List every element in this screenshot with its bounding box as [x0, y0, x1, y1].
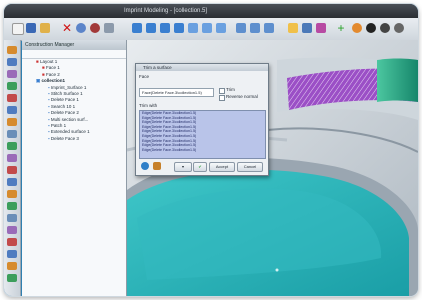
- tool-offset-icon[interactable]: [7, 178, 17, 186]
- trim-surface-dialog: Trim a surface Face Face(Delete Face.3\c…: [135, 63, 269, 176]
- pick-icon[interactable]: [153, 162, 161, 170]
- tool-fillet-icon[interactable]: [7, 106, 17, 114]
- tool-measure-icon[interactable]: [7, 238, 17, 246]
- save-icon[interactable]: [26, 23, 36, 33]
- close-icon[interactable]: ✕: [62, 22, 72, 34]
- panel-title: Construction Manager: [22, 40, 126, 50]
- tool-extend-icon[interactable]: [7, 130, 17, 138]
- left-toolbar: [4, 40, 21, 296]
- tool-analyze-icon[interactable]: [7, 226, 17, 234]
- curve-icon[interactable]: [236, 23, 246, 33]
- tool-render-icon[interactable]: [7, 262, 17, 270]
- tool-patch-icon[interactable]: [7, 154, 17, 162]
- filter-icon[interactable]: [141, 162, 149, 170]
- open-icon[interactable]: [40, 23, 50, 33]
- view-front-icon[interactable]: [132, 23, 142, 33]
- point-icon[interactable]: [264, 23, 274, 33]
- tool-curve-icon[interactable]: [7, 70, 17, 78]
- tool-stitch-icon[interactable]: [7, 166, 17, 174]
- plus-icon[interactable]: +: [336, 22, 346, 34]
- line-icon[interactable]: [250, 23, 260, 33]
- construction-tree: ■ Layout 1 ■ Face 1 ■ Face 2 ▣ collectio…: [22, 59, 126, 142]
- pan-icon[interactable]: [202, 23, 212, 33]
- window-title: Imprint Modeling - [collection.5]: [124, 8, 208, 14]
- shade-icon[interactable]: [380, 23, 390, 33]
- main-toolbar: ✕ +: [4, 18, 418, 41]
- trim-label: Trim: [226, 87, 235, 92]
- tool-loft-icon[interactable]: [7, 190, 17, 198]
- rotate-icon[interactable]: [188, 23, 198, 33]
- dialog-title: Trim a surface: [136, 64, 268, 71]
- cut-icon[interactable]: [104, 23, 114, 33]
- tool-select-icon[interactable]: [7, 46, 17, 54]
- tool-blend-icon[interactable]: [7, 214, 17, 222]
- tool-export-icon[interactable]: [7, 274, 17, 282]
- zoom-icon[interactable]: [216, 23, 226, 33]
- face-input[interactable]: Face(Delete Face.3\collection1.5): [139, 88, 214, 97]
- screenshot-frame: Imprint Modeling - [collection.5] ✕ + Co…: [4, 4, 418, 296]
- measure-icon[interactable]: [316, 23, 326, 33]
- render-icon[interactable]: [366, 23, 376, 33]
- reverse-normal-label: Reverse normal: [226, 94, 258, 99]
- title-bar: Imprint Modeling - [collection.5]: [4, 4, 418, 18]
- panel-tools: [22, 50, 126, 59]
- tool-trim-icon[interactable]: [7, 118, 17, 126]
- trim-checkbox[interactable]: [219, 88, 225, 94]
- tool-layer-icon[interactable]: [7, 250, 17, 258]
- undo-icon[interactable]: [76, 23, 86, 33]
- wire-icon[interactable]: [394, 23, 404, 33]
- construction-manager-panel: Construction Manager ■ Layout 1 ■ Face 1…: [22, 40, 127, 296]
- grid-icon[interactable]: [302, 23, 312, 33]
- trim-with-label: Trim with: [139, 103, 158, 108]
- face-label: Face: [139, 74, 150, 79]
- tool-surface-icon[interactable]: [7, 82, 17, 90]
- view-iso-icon[interactable]: [160, 23, 170, 33]
- new-file-icon[interactable]: [12, 23, 24, 35]
- tree-item[interactable]: ▪ Delete Face 3: [22, 136, 126, 142]
- tool-mirror-icon[interactable]: [7, 142, 17, 150]
- edge-list[interactable]: Edge(Delete Face.3\collection1.5) Edge(D…: [139, 110, 266, 159]
- accept-button[interactable]: Accept: [209, 162, 235, 172]
- color-icon[interactable]: [288, 23, 298, 33]
- tool-sketch-icon[interactable]: [7, 58, 17, 66]
- options-dropdown[interactable]: ▾: [174, 162, 192, 172]
- reverse-normal-checkbox[interactable]: [219, 95, 225, 101]
- tool-solid-icon[interactable]: [7, 94, 17, 102]
- view-top-icon[interactable]: [146, 23, 156, 33]
- view-side-icon[interactable]: [174, 23, 184, 33]
- apply-check-icon[interactable]: ✔: [193, 162, 207, 172]
- sphere-icon[interactable]: [352, 23, 362, 33]
- tool-sweep-icon[interactable]: [7, 202, 17, 210]
- redo-icon[interactable]: [90, 23, 100, 33]
- cancel-button[interactable]: Cancel: [237, 162, 263, 172]
- list-item[interactable]: Edge(Delete Face.3\collection1.5): [140, 148, 265, 153]
